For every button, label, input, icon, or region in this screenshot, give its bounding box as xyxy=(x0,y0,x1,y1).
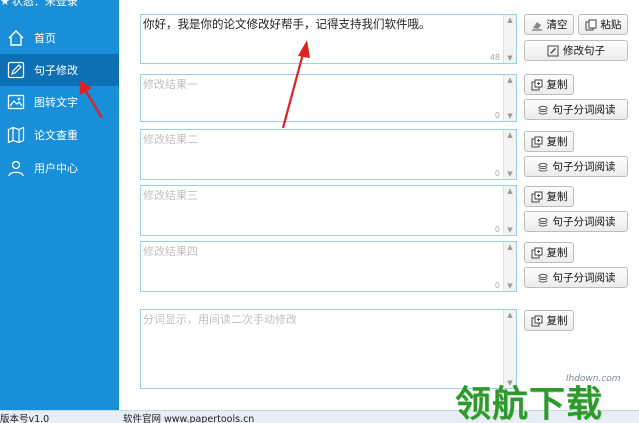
scroll-up-icon[interactable]: ▲ xyxy=(504,75,516,85)
char-count: 0 xyxy=(494,281,500,290)
main-panel: 你好，我是你的论文修改好帮手，记得支持我们软件哦。 48 ▲ ▼ 清空 粘贴 修改… xyxy=(119,0,639,410)
stack-icon xyxy=(537,104,549,116)
home-icon xyxy=(6,28,26,48)
copy-button-label: 复制 xyxy=(546,247,568,259)
result-box-3[interactable]: 修改结果三 0 ▲ ▼ xyxy=(140,185,517,236)
user-icon xyxy=(6,158,26,178)
result-box-1[interactable]: 修改结果一 0 ▲ ▼ xyxy=(140,74,517,122)
sidebar-item-plagiarism-check[interactable]: 论文查重 xyxy=(0,119,119,151)
map-icon xyxy=(6,125,26,145)
scroll-down-icon[interactable]: ▼ xyxy=(504,281,516,291)
scroll-up-icon[interactable]: ▲ xyxy=(504,242,516,252)
scrollbar[interactable]: ▲ ▼ xyxy=(503,242,516,291)
sidebar-item-label: 图转文字 xyxy=(34,96,78,109)
scroll-down-icon[interactable]: ▼ xyxy=(504,169,516,179)
sidebar-item-label: 用户中心 xyxy=(34,162,78,175)
scrollbar[interactable]: ▲ ▼ xyxy=(503,186,516,235)
result-box-2[interactable]: 修改结果二 0 ▲ ▼ xyxy=(140,129,517,180)
copy-button-label: 复制 xyxy=(546,79,568,91)
read-segments-button[interactable]: 句子分词阅读 xyxy=(524,99,628,120)
paste-button[interactable]: 粘贴 xyxy=(578,14,628,35)
copy-button[interactable]: 复制 xyxy=(524,310,574,331)
clear-button[interactable]: 清空 xyxy=(524,14,574,35)
copy-button[interactable]: 复制 xyxy=(524,242,574,263)
copy-button-label: 复制 xyxy=(546,191,568,203)
watermark: lhdown.com 领航下载 xyxy=(455,365,639,423)
scroll-down-icon[interactable]: ▼ xyxy=(504,111,516,121)
image-icon xyxy=(6,92,26,112)
char-count: 0 xyxy=(494,225,500,234)
read-segments-button[interactable]: 句子分词阅读 xyxy=(524,267,628,288)
modify-sentence-button[interactable]: 修改句子 xyxy=(524,40,628,61)
scroll-up-icon[interactable]: ▲ xyxy=(504,186,516,196)
copy-button[interactable]: 复制 xyxy=(524,74,574,95)
scrollbar[interactable]: ▲ ▼ xyxy=(503,75,516,121)
read-segments-button-label: 句子分词阅读 xyxy=(552,161,616,173)
result-placeholder: 修改结果二 xyxy=(143,133,198,146)
star-icon: ★ xyxy=(0,0,10,8)
scroll-down-icon[interactable]: ▼ xyxy=(504,225,516,235)
sidebar-item-label: 句子修改 xyxy=(34,64,78,77)
login-status-text: 状态：未登录 xyxy=(11,0,78,8)
copy-button-label: 复制 xyxy=(546,136,568,148)
stack-icon xyxy=(537,272,549,284)
read-segments-button[interactable]: 句子分词阅读 xyxy=(524,156,628,177)
pencil-box-icon xyxy=(547,45,559,57)
modify-sentence-button-label: 修改句子 xyxy=(563,45,605,57)
watermark-logo-text: 领航下载 xyxy=(455,384,604,423)
copy-icon xyxy=(531,79,543,91)
sentence-input[interactable]: 你好，我是你的论文修改好帮手，记得支持我们软件哦。 48 ▲ ▼ xyxy=(140,14,517,64)
read-segments-button-label: 句子分词阅读 xyxy=(552,272,616,284)
sidebar-item-label: 首页 xyxy=(34,32,56,45)
result-placeholder: 修改结果四 xyxy=(143,245,198,258)
copy-button[interactable]: 复制 xyxy=(524,131,574,152)
sidebar-item-home[interactable]: 首页 xyxy=(0,22,119,54)
sidebar-item-image-to-text[interactable]: 图转文字 xyxy=(0,86,119,118)
read-segments-button[interactable]: 句子分词阅读 xyxy=(524,211,628,232)
sidebar-item-sentence-modify[interactable]: 句子修改 xyxy=(0,54,119,86)
eraser-icon xyxy=(531,19,543,31)
scrollbar[interactable]: ▲ ▼ xyxy=(503,130,516,179)
result-placeholder: 修改结果三 xyxy=(143,189,198,202)
clear-button-label: 清空 xyxy=(546,19,568,31)
copy-icon xyxy=(531,315,543,327)
copy-pages-icon xyxy=(585,19,597,31)
result-box-4[interactable]: 修改结果四 0 ▲ ▼ xyxy=(140,241,517,292)
copy-icon xyxy=(531,136,543,148)
paste-button-label: 粘贴 xyxy=(600,19,622,31)
stack-icon xyxy=(537,161,549,173)
read-segments-button-label: 句子分词阅读 xyxy=(552,216,616,228)
sidebar-item-user-center[interactable]: 用户中心 xyxy=(0,152,119,184)
stack-icon xyxy=(537,216,549,228)
copy-button-label: 复制 xyxy=(546,315,568,327)
char-count: 0 xyxy=(494,111,500,120)
copy-icon xyxy=(531,191,543,203)
scroll-up-icon[interactable]: ▲ xyxy=(504,310,516,320)
char-count: 48 xyxy=(489,53,500,62)
scroll-up-icon[interactable]: ▲ xyxy=(504,130,516,140)
segment-placeholder: 分词显示，用间读二次手动修改 xyxy=(143,313,297,326)
pencil-edit-icon xyxy=(6,60,26,80)
copy-icon xyxy=(531,247,543,259)
char-count: 0 xyxy=(494,169,500,178)
scroll-down-icon[interactable]: ▼ xyxy=(504,53,516,63)
result-placeholder: 修改结果一 xyxy=(143,78,198,91)
sidebar-item-label: 论文查重 xyxy=(34,129,78,142)
read-segments-button-label: 句子分词阅读 xyxy=(552,104,616,116)
website-label: 软件官网 www.papertools.cn xyxy=(123,414,255,423)
copy-button[interactable]: 复制 xyxy=(524,186,574,207)
scrollbar[interactable]: ▲ ▼ xyxy=(503,15,516,63)
sentence-input-text: 你好，我是你的论文修改好帮手，记得支持我们软件哦。 xyxy=(143,17,431,31)
scroll-up-icon[interactable]: ▲ xyxy=(504,15,516,25)
sidebar: ★ 状态：未登录 首页 句子修改 图转文字 论文查重 用户中心 xyxy=(0,0,119,410)
version-label: 版本号v1.0 xyxy=(0,414,50,423)
login-status: ★ 状态：未登录 xyxy=(0,0,78,8)
